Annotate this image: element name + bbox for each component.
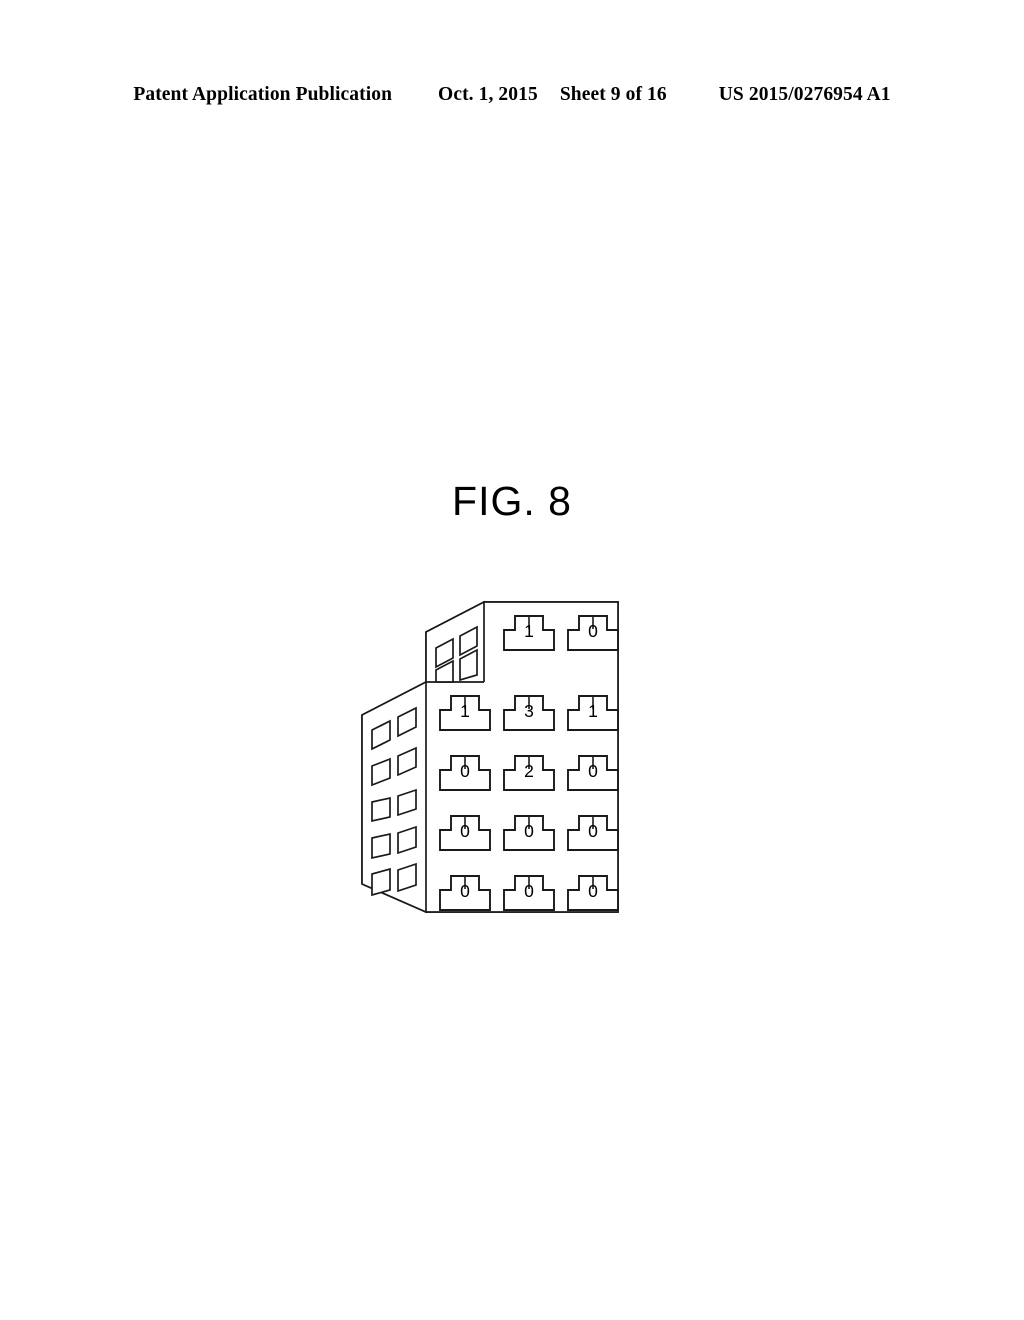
main-window-r4-c0 [371,867,391,897]
publication-date: Oct. 1, 2015 [438,84,538,105]
unit-count-label: 0 [524,821,534,841]
unit-count-label: 0 [588,761,598,781]
unit-count-label: 0 [588,621,598,641]
unit-count-label: 1 [460,701,470,721]
unit-count-label: 3 [524,701,534,721]
main-window-r3-c0 [371,832,391,860]
sheet-number: Sheet 9 of 16 [559,84,667,105]
unit-count-label: 1 [588,701,598,721]
unit-count-label: 2 [524,761,534,781]
publication-number: US 2015/0276954 A1 [718,84,891,105]
figure-title: FIG. 8 [452,478,572,524]
unit-count-label: 0 [460,761,470,781]
main-window-r2-c0 [371,796,391,823]
unit-count-label: 0 [524,881,534,901]
patent-drawing-page: Patent Application Publication Oct. 1, 2… [0,0,1024,1320]
unit-count-label: 0 [588,821,598,841]
publication-label: Patent Application Publication [133,84,393,105]
patent-running-header: Patent Application Publication Oct. 1, 2… [0,84,1024,116]
unit-count-label: 1 [524,621,534,641]
building-isometric-drawing: 1 0 1 3 1 0 2 0 0 0 0 0 0 0 [361,600,619,914]
figure-drawing-area: 1 0 1 3 1 0 2 0 0 0 0 0 0 0 [340,570,640,940]
unit-count-label: 0 [460,881,470,901]
unit-count-label: 0 [460,821,470,841]
unit-count-label: 0 [588,881,598,901]
